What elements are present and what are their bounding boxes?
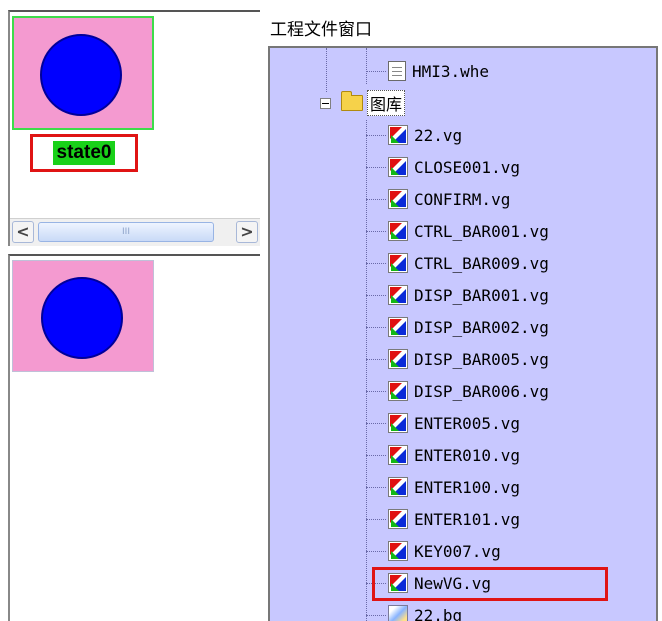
state-label[interactable]: state0: [52, 141, 116, 165]
collapse-toggle-icon[interactable]: [320, 97, 331, 109]
vector-graphic-icon: [388, 445, 408, 465]
vector-graphic-icon: [388, 477, 408, 497]
scroll-right-button[interactable]: >: [236, 221, 258, 243]
background-image-icon: [388, 605, 408, 621]
preview-pane: [8, 254, 260, 621]
tree-connector: [366, 486, 386, 488]
tree-item-label: ENTER005.vg: [414, 413, 520, 433]
tree-connector: [366, 358, 386, 360]
tree-item-label: DISP_BAR005.vg: [414, 349, 549, 369]
tree-item-file[interactable]: CTRL_BAR009.vg: [366, 248, 549, 278]
tree-item-file[interactable]: ENTER101.vg: [366, 504, 520, 534]
tree-item-label: KEY007.vg: [414, 541, 501, 561]
tree-item-file[interactable]: ENTER010.vg: [366, 440, 520, 470]
tree-item-file[interactable]: ENTER100.vg: [366, 472, 520, 502]
vector-graphic-icon: [388, 413, 408, 433]
tree-item-file[interactable]: DISP_BAR001.vg: [366, 280, 549, 310]
tree-item-file[interactable]: KEY007.vg: [366, 536, 501, 566]
vector-graphic-icon: [388, 349, 408, 369]
vector-graphic-icon: [388, 541, 408, 561]
horizontal-scrollbar[interactable]: < III >: [10, 218, 260, 246]
tree-connector: [366, 614, 386, 616]
vector-graphic-icon: [388, 285, 408, 305]
tree-connector: [366, 294, 386, 296]
vector-graphic-icon: [388, 125, 408, 145]
tree-connector: [366, 390, 386, 392]
tree-connector: [366, 518, 386, 520]
project-file-window: 工程文件窗口 HMI3.whe 图库 22.vg CLOSE001.vg CON…: [268, 10, 658, 621]
vector-graphic-icon: [388, 189, 408, 209]
project-tree[interactable]: HMI3.whe 图库 22.vg CLOSE001.vg CONFIRM.vg: [268, 46, 658, 621]
tree-connector: [366, 550, 386, 552]
tree-connector: [366, 262, 386, 264]
preview-graphic: [12, 260, 154, 372]
tree-connector: [366, 166, 386, 168]
tree-item-file[interactable]: 22.vg: [366, 120, 462, 150]
circle-shape: [40, 34, 122, 116]
tree-item-label: DISP_BAR002.vg: [414, 317, 549, 337]
tree-connector: [366, 134, 386, 136]
tree-item-label: DISP_BAR006.vg: [414, 381, 549, 401]
tree-item-label: HMI3.whe: [412, 61, 490, 81]
panel-title: 工程文件窗口: [270, 20, 372, 40]
tree-item-file[interactable]: ENTER005.vg: [366, 408, 520, 438]
tree-connector: [366, 198, 386, 200]
newvg-highlight: [372, 567, 608, 601]
tree-item-file[interactable]: CONFIRM.vg: [366, 184, 510, 214]
vector-graphic-icon: [388, 509, 408, 529]
document-icon: [388, 61, 406, 81]
tree-item-file[interactable]: CLOSE001.vg: [366, 152, 520, 182]
tree-item-label: CTRL_BAR001.vg: [414, 221, 549, 241]
circle-shape: [41, 277, 123, 359]
tree-item-label: CTRL_BAR009.vg: [414, 253, 549, 273]
vector-graphic-icon: [388, 317, 408, 337]
state-editor-pane: state0 < III >: [8, 10, 260, 246]
state-graphic[interactable]: [12, 16, 154, 130]
tree-item-file[interactable]: DISP_BAR006.vg: [366, 376, 549, 406]
scroll-left-button[interactable]: <: [12, 221, 34, 243]
folder-icon: [341, 91, 363, 111]
scroll-thumb[interactable]: III: [38, 222, 214, 242]
tree-item-label: 22.bg: [414, 605, 463, 621]
tree-item-label: ENTER100.vg: [414, 477, 520, 497]
tree-connector: [366, 326, 386, 328]
tree-item-label: CLOSE001.vg: [414, 157, 520, 177]
tree-guide-line: [326, 48, 327, 92]
tree-connector: [366, 230, 386, 232]
tree-connector: [366, 454, 386, 456]
tree-item-folder[interactable]: 图库: [320, 88, 406, 118]
tree-connector: [366, 70, 386, 72]
tree-item-label: ENTER101.vg: [414, 509, 520, 529]
vector-graphic-icon: [388, 157, 408, 177]
tree-item-file[interactable]: HMI3.whe: [366, 56, 489, 86]
tree-item-label: DISP_BAR001.vg: [414, 285, 549, 305]
tree-folder-label: 图库: [367, 90, 406, 116]
tree-item-label: CONFIRM.vg: [414, 189, 511, 209]
vector-graphic-icon: [388, 221, 408, 241]
vector-graphic-icon: [388, 381, 408, 401]
tree-item-label: ENTER010.vg: [414, 445, 520, 465]
tree-item-file[interactable]: DISP_BAR002.vg: [366, 312, 549, 342]
tree-item-file[interactable]: CTRL_BAR001.vg: [366, 216, 549, 246]
tree-connector: [366, 422, 386, 424]
tree-item-file[interactable]: 22.bg: [366, 600, 462, 621]
tree-item-label: 22.vg: [414, 125, 463, 145]
vector-graphic-icon: [388, 253, 408, 273]
tree-item-file[interactable]: DISP_BAR005.vg: [366, 344, 549, 374]
state-label-highlight: state0: [30, 134, 138, 172]
